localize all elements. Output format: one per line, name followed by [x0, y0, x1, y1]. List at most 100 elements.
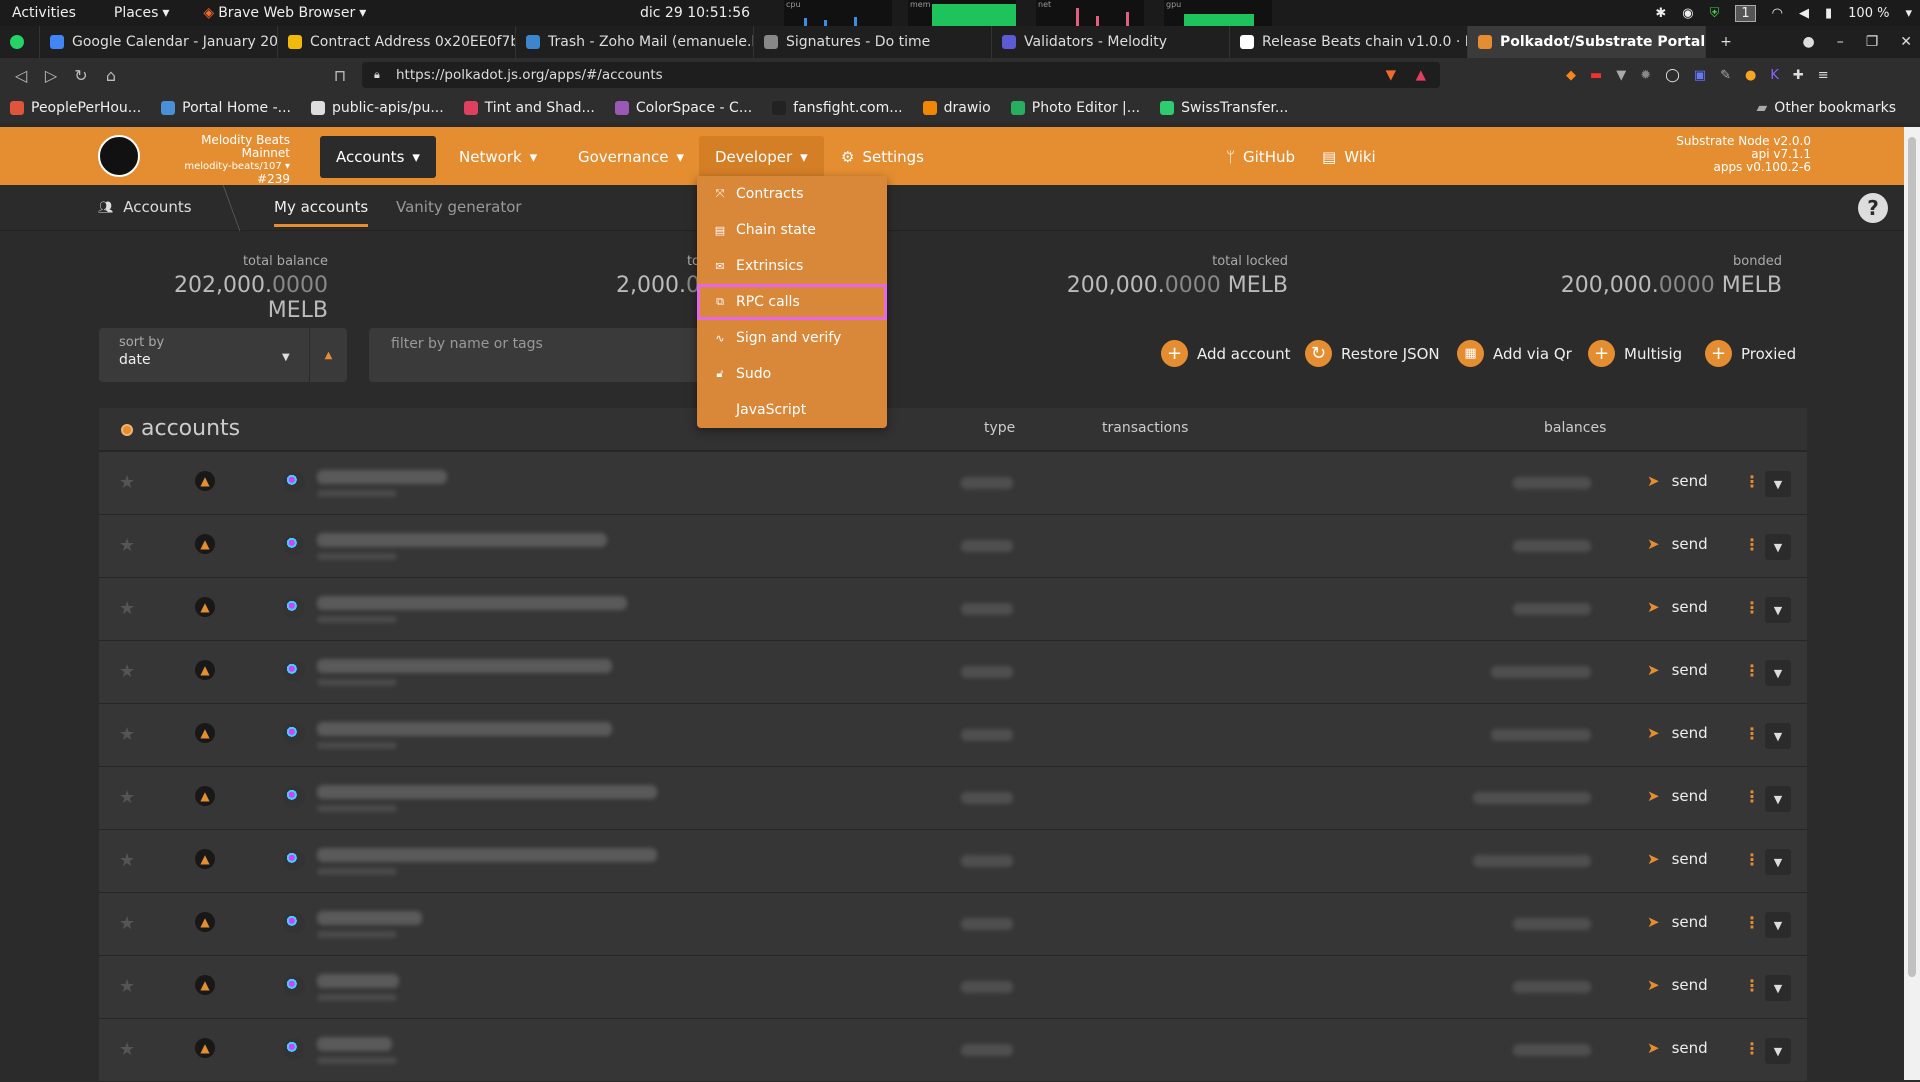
dropdown-item-javascript[interactable]: JavaScript [697, 392, 887, 428]
extension-icon[interactable]: K [1770, 68, 1779, 83]
send-button[interactable]: ➤ send [1647, 976, 1708, 994]
menu-settings[interactable]: ⚙ Settings [825, 136, 940, 178]
reload-icon[interactable]: ↻ [66, 66, 96, 85]
battery-icon[interactable]: ▮ [1825, 6, 1832, 21]
browser-tab[interactable]: Validators - Melodity [992, 26, 1230, 58]
send-button[interactable]: ➤ send [1647, 472, 1708, 490]
dropdown-item-sudo[interactable]: 🔓︎ Sudo [697, 356, 887, 392]
dropdown-item-sign-and-verify[interactable]: ∿ Sign and verify [697, 320, 887, 356]
sort-direction-icon[interactable]: ▲ [309, 328, 347, 382]
star-icon[interactable]: ★ [119, 472, 135, 493]
brave-rewards-icon[interactable]: ▲ [1416, 67, 1426, 83]
browser-tab[interactable]: Google Calendar - January 20 [40, 26, 278, 58]
dropdown-item-contracts[interactable]: ⤧ Contracts [697, 176, 887, 212]
expand-row-icon[interactable]: ▼ [1765, 975, 1791, 1001]
more-options-icon[interactable]: ⋮ [1744, 661, 1760, 680]
more-options-icon[interactable]: ⋮ [1744, 1039, 1760, 1058]
extension-icon[interactable]: ● [1745, 68, 1756, 83]
dropdown-item-chain-state[interactable]: ▤ Chain state [697, 212, 887, 248]
send-button[interactable]: ➤ send [1647, 1039, 1708, 1057]
puzzle-icon[interactable]: ✚ [1793, 68, 1804, 83]
sort-dropdown[interactable]: sort by date ▼ ▲ [99, 328, 347, 382]
bookmark-item[interactable]: Tint and Shad... [463, 100, 595, 116]
extension-icon[interactable]: ✎ [1720, 68, 1731, 83]
menu-governance[interactable]: Governance ▾ [562, 136, 700, 178]
star-icon[interactable]: ★ [119, 598, 135, 619]
table-row[interactable]: ★ ▲ ➤ send ⋮ ▼ [99, 956, 1807, 1019]
slack-icon[interactable]: ✱ [1655, 6, 1666, 21]
clock[interactable]: dic 29 10:51:56 [640, 0, 750, 26]
star-icon[interactable]: ★ [119, 976, 135, 997]
identicon-avatar[interactable] [283, 723, 305, 745]
send-button[interactable]: ➤ send [1647, 913, 1708, 931]
menu-accounts[interactable]: Accounts ▾ [320, 136, 436, 178]
new-tab-button[interactable]: + [1706, 26, 1746, 58]
table-row[interactable]: ★ ▲ ➤ send ⋮ ▼ [99, 767, 1807, 830]
identicon-avatar[interactable] [283, 912, 305, 934]
more-options-icon[interactable]: ⋮ [1744, 976, 1760, 995]
address-bar[interactable]: 🔒︎ https://polkadot.js.org/apps/#/accoun… [362, 62, 1440, 88]
activities-button[interactable]: Activities [0, 0, 88, 26]
expand-row-icon[interactable]: ▼ [1765, 723, 1791, 749]
power-menu-icon[interactable]: ▾ [1905, 6, 1912, 21]
menu-network[interactable]: Network ▾ [443, 136, 553, 178]
expand-row-icon[interactable]: ▼ [1765, 786, 1791, 812]
table-row[interactable]: ★ ▲ ➤ send ⋮ ▼ [99, 704, 1807, 767]
metamask-icon[interactable]: ◆ [1566, 68, 1576, 83]
chain-logo[interactable] [98, 135, 140, 177]
maximize-icon[interactable]: ❐ [1866, 34, 1879, 50]
browser-tab[interactable]: Trash - Zoho Mail (emanuele.b [516, 26, 754, 58]
expand-row-icon[interactable]: ▼ [1765, 471, 1791, 497]
table-row[interactable]: ★ ▲ ➤ send ⋮ ▼ [99, 893, 1807, 956]
bookmark-item[interactable]: Portal Home -... [161, 100, 291, 116]
chrome-icon[interactable]: ◉ [1682, 6, 1693, 21]
extension-icon[interactable]: ✹ [1640, 68, 1651, 83]
extension-icon[interactable]: ◯ [1665, 68, 1680, 83]
minimize-icon[interactable]: – [1837, 34, 1844, 50]
identicon-avatar[interactable] [283, 1038, 305, 1060]
star-icon[interactable]: ★ [119, 661, 135, 682]
send-button[interactable]: ➤ send [1647, 787, 1708, 805]
forward-icon[interactable]: ▷ [36, 66, 66, 85]
bookmark-item[interactable]: public-apis/pu... [311, 100, 444, 116]
identicon-avatar[interactable] [283, 975, 305, 997]
tab-my-accounts[interactable]: My accounts [274, 198, 369, 227]
bookmark-item[interactable]: Photo Editor |... [1010, 100, 1140, 116]
extension-icon[interactable]: ▣ [1694, 68, 1706, 83]
home-icon[interactable]: ⌂ [96, 66, 126, 85]
other-bookmarks[interactable]: ▰ Other bookmarks [1757, 100, 1896, 116]
expand-row-icon[interactable]: ▼ [1765, 912, 1791, 938]
scrollbar-thumb[interactable] [1908, 137, 1916, 977]
expand-row-icon[interactable]: ▼ [1765, 660, 1791, 686]
workspace-indicator[interactable]: 1 [1735, 4, 1756, 22]
bookmark-item[interactable]: PeoplePerHou... [10, 100, 141, 116]
star-icon[interactable]: ★ [119, 850, 135, 871]
expand-row-icon[interactable]: ▼ [1765, 534, 1791, 560]
vue-devtools-icon[interactable]: ▼ [1616, 68, 1626, 83]
link-wiki[interactable]: ▤ Wiki [1306, 136, 1392, 178]
browser-tab[interactable]: Contract Address 0x20EE0f7b [278, 26, 516, 58]
browser-menu-icon[interactable]: ≡ [1818, 68, 1829, 83]
table-row[interactable]: ★ ▲ ➤ send ⋮ ▼ [99, 578, 1807, 641]
shield-icon[interactable]: ⛨ [1710, 6, 1720, 21]
extension-icon[interactable]: ▬ [1590, 68, 1602, 83]
dropdown-item-rpc-calls[interactable]: ⧉ RPC calls [697, 284, 887, 320]
browser-tab[interactable]: Release Beats chain v1.0.0 · D [1230, 26, 1468, 58]
table-row[interactable]: ★ ▲ ➤ send ⋮ ▼ [99, 641, 1807, 704]
identicon-avatar[interactable] [283, 660, 305, 682]
browser-app-menu[interactable]: ◈ Brave Web Browser ▾ [191, 0, 378, 26]
star-icon[interactable]: ★ [119, 1039, 135, 1060]
dropdown-item-extrinsics[interactable]: ✉ Extrinsics [697, 248, 887, 284]
bookmark-item[interactable]: ColorSpace - C... [614, 100, 752, 116]
more-options-icon[interactable]: ⋮ [1744, 472, 1760, 491]
identicon-avatar[interactable] [283, 786, 305, 808]
identicon-avatar[interactable] [283, 534, 305, 556]
more-options-icon[interactable]: ⋮ [1744, 598, 1760, 617]
browser-tab[interactable]: Polkadot/Substrate Portal✕ [1468, 26, 1706, 58]
expand-row-icon[interactable]: ▼ [1765, 849, 1791, 875]
star-icon[interactable]: ★ [119, 724, 135, 745]
send-button[interactable]: ➤ send [1647, 850, 1708, 868]
star-icon[interactable]: ★ [119, 913, 135, 934]
table-row[interactable]: ★ ▲ ➤ send ⋮ ▼ [99, 515, 1807, 578]
filter-input[interactable]: filter by name or tags [369, 328, 699, 382]
